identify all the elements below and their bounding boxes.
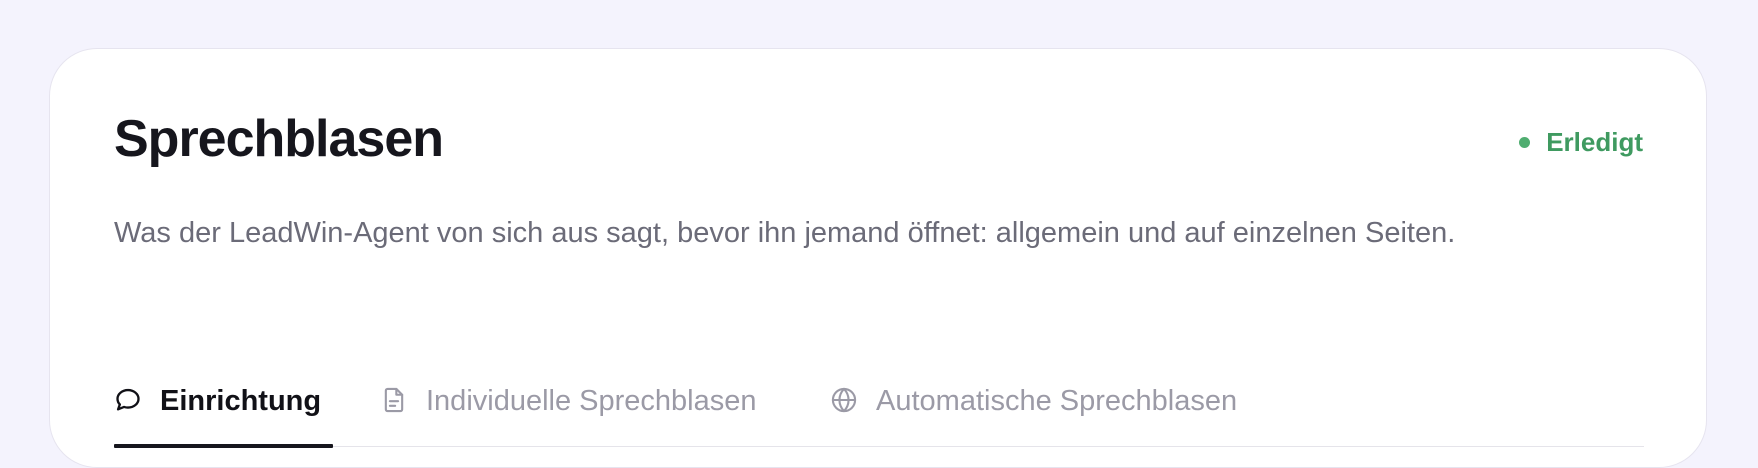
tab-individuelle-sprechblasen[interactable]: Individuelle Sprechblasen xyxy=(380,335,757,447)
tab-label: Einrichtung xyxy=(160,385,322,417)
status-dot-icon xyxy=(1519,137,1531,148)
document-icon xyxy=(384,387,404,413)
tab-bar: Einrichtung Individuelle Sprechblasen Au… xyxy=(114,335,1644,448)
chat-bubble-icon xyxy=(116,388,140,411)
tab-automatische-sprechblasen[interactable]: Automatische Sprechblasen xyxy=(830,335,1237,447)
status-label: Erledigt xyxy=(1546,127,1643,157)
section-description: Was der LeadWin-Agent von sich aus sagt,… xyxy=(114,217,1456,249)
bubbles-card: Sprechblasen Erledigt Was der LeadWin-Ag… xyxy=(49,48,1707,468)
tab-label: Automatische Sprechblasen xyxy=(876,385,1238,417)
tab-label: Individuelle Sprechblasen xyxy=(426,385,757,417)
globe-icon xyxy=(831,387,857,413)
status-badge: Erledigt xyxy=(1519,127,1643,158)
page-title: Sprechblasen xyxy=(114,110,444,168)
tab-einrichtung[interactable]: Einrichtung xyxy=(114,335,333,448)
